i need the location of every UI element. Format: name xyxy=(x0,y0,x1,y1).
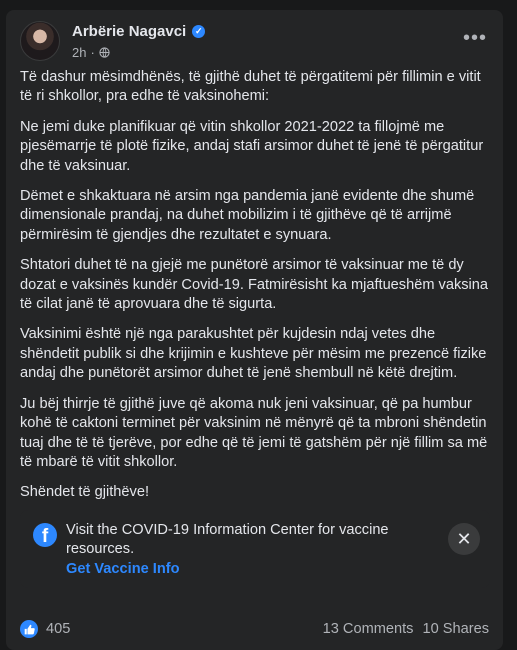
post-paragraph: Shtatori duhet të na gjejë me punëtorë a… xyxy=(20,257,489,313)
shares-count[interactable]: 10 Shares xyxy=(422,621,489,637)
comments-count[interactable]: 13 Comments xyxy=(323,621,414,637)
post-body: Të dashur mësimdhënës, të gjithë duhet t… xyxy=(20,68,494,514)
post-header: Arbërie Nagavci ✓ 2h · ••• xyxy=(20,18,493,62)
author-row: Arbërie Nagavci ✓ xyxy=(72,23,206,40)
post-paragraph: Shëndet të gjithëve! xyxy=(20,484,150,501)
globe-icon xyxy=(99,47,110,58)
more-options-button[interactable]: ••• xyxy=(457,20,493,56)
close-banner-button[interactable]: ✕ xyxy=(448,523,480,555)
post-meta: 2h · xyxy=(72,45,110,60)
post-paragraph: Dëmet e shkaktuara në arsim nga pandemia… xyxy=(20,188,475,243)
post-footer: 405 13 Comments 10 Shares xyxy=(20,620,489,642)
post-paragraph: Të dashur mësimdhënës, të gjithë duhet t… xyxy=(20,69,481,105)
covid-info-banner: f Visit the COVID-19 Information Center … xyxy=(20,510,490,588)
post-paragraph: Ne jemi duke planifikuar që vitin shkoll… xyxy=(20,118,484,174)
post-card: Arbërie Nagavci ✓ 2h · ••• Të dashur mës… xyxy=(6,10,503,650)
post-paragraph: Ju bëj thirrje të gjithë juve që akoma n… xyxy=(20,395,488,470)
verified-badge-icon: ✓ xyxy=(192,25,206,38)
thumbs-up-icon xyxy=(24,624,35,634)
post-paragraph: Vaksinimi është një nga parakushtet për … xyxy=(20,326,487,382)
facebook-icon: f xyxy=(33,523,57,547)
author-name[interactable]: Arbërie Nagavci xyxy=(72,23,186,40)
like-reaction-icon[interactable] xyxy=(20,620,38,638)
separator-dot: · xyxy=(90,45,95,60)
avatar[interactable] xyxy=(20,21,60,61)
post-time[interactable]: 2h xyxy=(72,45,86,60)
covid-info-text: Visit the COVID-19 Information Center fo… xyxy=(66,522,389,558)
more-options-icon: ••• xyxy=(462,26,487,49)
close-icon: ✕ xyxy=(456,528,472,549)
reaction-count[interactable]: 405 xyxy=(46,621,70,637)
get-vaccine-info-link[interactable]: Get Vaccine Info xyxy=(66,561,180,577)
footer-stats: 13 Comments 10 Shares xyxy=(323,621,489,637)
